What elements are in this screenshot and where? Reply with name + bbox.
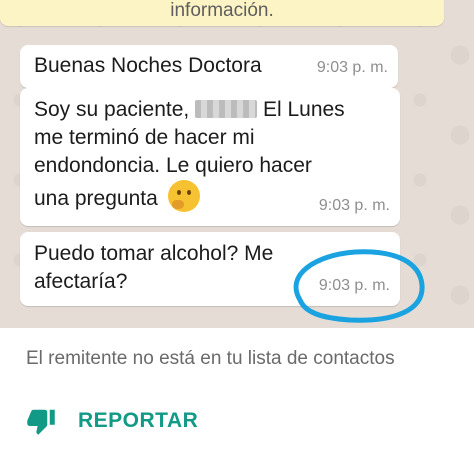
- message-bubble[interactable]: Soy su paciente, El Lunes me terminó de …: [20, 88, 400, 226]
- message-text: Puedo tomar alcohol? Me afectaría?: [34, 242, 274, 293]
- system-notice: información.: [0, 0, 444, 26]
- thinking-face-icon: [167, 180, 200, 212]
- chat-area: información. Buenas Noches Doctora 9:03 …: [0, 0, 474, 328]
- system-notice-text: información.: [170, 0, 274, 21]
- thumbs-down-icon: [27, 409, 55, 435]
- unknown-sender-notice: El remitente no está en tu lista de cont…: [26, 348, 395, 369]
- message-time: 9:03 p. m.: [316, 59, 388, 76]
- message-time: 9:03 p. m.: [318, 277, 390, 294]
- message-bubble[interactable]: Puedo tomar alcohol? Me afectaría? 9:03 …: [20, 232, 400, 306]
- redacted-name: [195, 100, 258, 118]
- message-text: Buenas Noches Doctora: [34, 54, 262, 77]
- message-time: 9:03 p. m.: [318, 197, 390, 214]
- report-label: REPORTAR: [78, 409, 199, 432]
- message-text: Soy su paciente, El Lunes me terminó de …: [34, 98, 345, 212]
- message-bubble[interactable]: Buenas Noches Doctora 9:03 p. m.: [20, 45, 398, 88]
- report-button[interactable]: REPORTAR: [26, 406, 198, 436]
